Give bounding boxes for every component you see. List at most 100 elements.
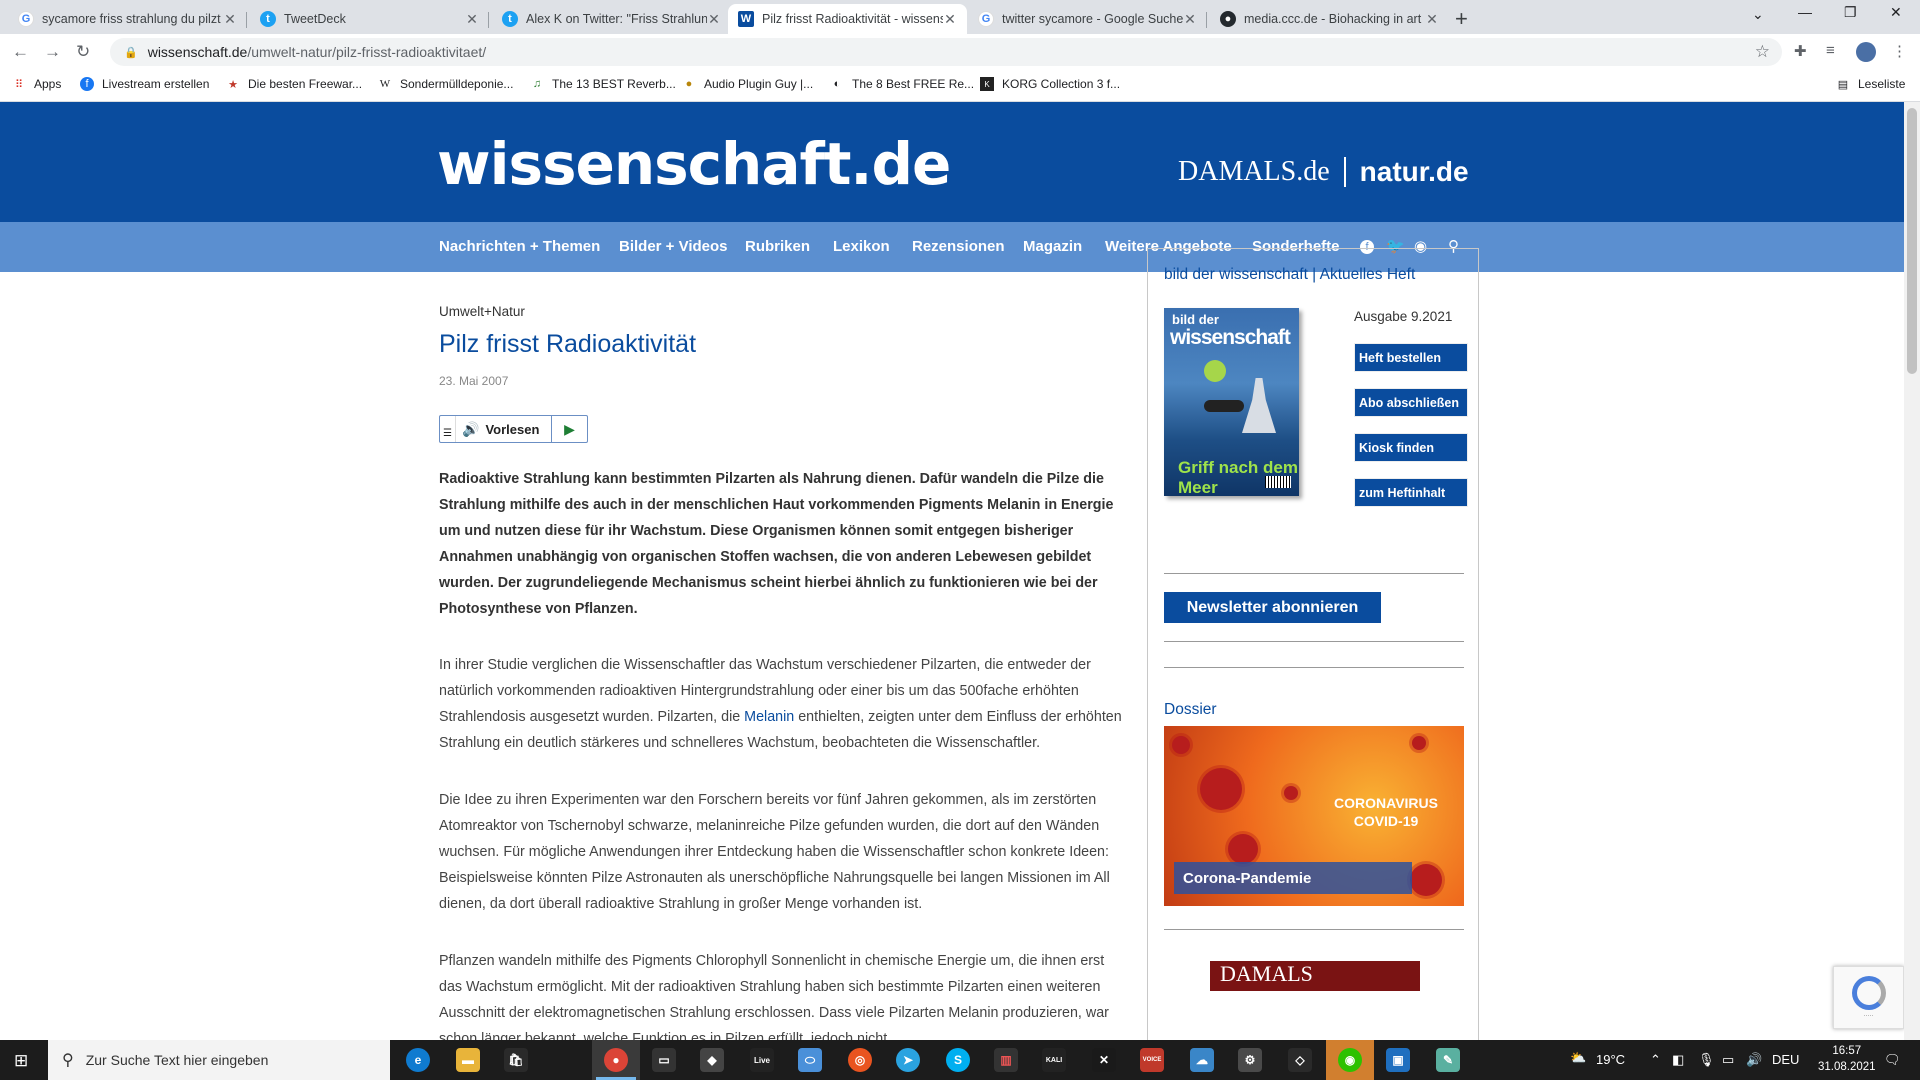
play-icon[interactable]: ▶ <box>551 416 587 442</box>
nav-bilder-videos[interactable]: Bilder + Videos <box>619 238 728 255</box>
volume-icon[interactable]: 🔊 <box>1746 1052 1762 1068</box>
magazine-cover[interactable]: bild der wissenschaft Griff nach dem Mee… <box>1164 308 1299 496</box>
natur-link[interactable]: natur.de <box>1360 156 1469 188</box>
scrollbar-thumb[interactable] <box>1907 108 1917 374</box>
chrome-icon[interactable]: ● <box>604 1048 628 1072</box>
close-window-icon[interactable]: ✕ <box>1890 4 1902 21</box>
tray-app-icon[interactable]: ◧ <box>1672 1052 1684 1068</box>
browser-tab[interactable]: G twitter sycamore - Google Suche ✕ <box>968 4 1207 34</box>
keyboard-language[interactable]: DEU <box>1772 1052 1799 1067</box>
nav-rezensionen[interactable]: Rezensionen <box>912 238 1005 255</box>
browser-tab[interactable]: ● media.ccc.de - Biohacking in art ✕ <box>1210 4 1449 34</box>
close-tab-icon[interactable]: ✕ <box>1183 11 1197 28</box>
app-icon[interactable]: ☁ <box>1190 1048 1214 1072</box>
apps-grid-icon: ⠿ <box>14 78 24 91</box>
article-category[interactable]: Umwelt+Natur <box>439 304 525 319</box>
wikipedia-icon: W <box>379 78 391 90</box>
app-icon[interactable]: ▣ <box>1386 1048 1410 1072</box>
melanin-link[interactable]: Melanin <box>744 709 794 725</box>
damals-link[interactable]: DAMALS.de <box>1178 156 1330 188</box>
nav-lexikon[interactable]: Lexikon <box>833 238 890 255</box>
nav-rubriken[interactable]: Rubriken <box>745 238 810 255</box>
skype-icon[interactable]: S <box>946 1048 970 1072</box>
issue-contents-button[interactable]: zum Heftinhalt <box>1354 478 1468 507</box>
close-tab-icon[interactable]: ✕ <box>943 11 957 28</box>
close-tab-icon[interactable]: ✕ <box>223 11 237 28</box>
mic-icon[interactable]: 🎙 <box>1698 1052 1715 1068</box>
find-kiosk-button[interactable]: Kiosk finden <box>1354 433 1468 462</box>
store-icon[interactable]: 🛍 <box>504 1048 528 1072</box>
back-icon[interactable]: ← <box>12 42 29 62</box>
bookmark-item[interactable]: f Livestream erstellen <box>80 77 209 91</box>
nav-magazin[interactable]: Magazin <box>1023 238 1082 255</box>
telegram-icon[interactable]: ➤ <box>896 1048 920 1072</box>
voicemeeter-icon[interactable]: VOICE <box>1140 1048 1164 1072</box>
bookmark-item[interactable]: W Sondermülldeponie... <box>378 77 514 91</box>
nav-nachrichten[interactable]: Nachrichten + Themen <box>439 238 600 255</box>
3d-icon[interactable]: ◇ <box>1288 1048 1312 1072</box>
app-icon[interactable]: ✕ <box>1092 1048 1116 1072</box>
edge-icon[interactable]: e <box>406 1048 430 1072</box>
kali-icon[interactable]: KALI <box>1042 1048 1066 1072</box>
article-lead: Radioaktive Strahlung kann bestimmten Pi… <box>439 471 1114 617</box>
file-explorer-icon[interactable]: ▬ <box>456 1048 480 1072</box>
bookmark-item[interactable]: ⠿ Apps <box>12 77 61 91</box>
app-icon[interactable]: ▥ <box>994 1048 1018 1072</box>
article-date: 23. Mai 2007 <box>439 374 509 388</box>
close-tab-icon[interactable]: ✕ <box>1425 11 1439 28</box>
recaptcha-badge[interactable]: ····· <box>1833 966 1904 1029</box>
menu-icon[interactable]: ☰ <box>440 416 456 442</box>
browser-tab[interactable]: G sycamore friss strahlung du pilzt ✕ <box>8 4 247 34</box>
subscribe-button[interactable]: Abo abschließen <box>1354 388 1468 417</box>
order-issue-button[interactable]: Heft bestellen <box>1354 343 1468 372</box>
app-icon[interactable]: ⬭ <box>798 1048 822 1072</box>
forward-icon[interactable]: → <box>44 42 61 62</box>
extensions-icon[interactable]: ✚ <box>1794 42 1807 60</box>
address-bar[interactable]: 🔒 wissenschaft.de/umwelt-natur/pilz-fris… <box>110 38 1782 66</box>
ubuntu-icon[interactable]: ◎ <box>848 1048 872 1072</box>
bookmark-item[interactable]: ★ Die besten Freewar... <box>226 77 362 91</box>
app-icon[interactable]: ⚙ <box>1238 1048 1262 1072</box>
tray-overflow-icon[interactable]: ⌃ <box>1650 1052 1661 1068</box>
taskbar-search[interactable]: ⚲ Zur Suche Text hier eingeben <box>48 1040 390 1080</box>
wechat-icon[interactable]: ◉ <box>1338 1048 1362 1072</box>
site-logo[interactable]: wissenschaft.de <box>437 130 951 198</box>
damals-teaser[interactable]: DAMALS <box>1210 961 1420 991</box>
newsletter-button[interactable]: Newsletter abonnieren <box>1164 592 1381 623</box>
current-issue-title[interactable]: bild der wissenschaft | Aktuelles Heft <box>1164 266 1415 284</box>
weather-icon[interactable]: ⛅ <box>1570 1050 1586 1066</box>
page-scrollbar[interactable] <box>1904 102 1920 1040</box>
profile-avatar[interactable] <box>1856 42 1876 62</box>
minimize-icon[interactable]: — <box>1798 4 1812 20</box>
read-aloud-button[interactable]: ☰ 🔊 Vorlesen ▶ <box>439 415 588 443</box>
recaptcha-icon <box>1851 976 1886 1010</box>
virus-graphic <box>1172 736 1190 754</box>
restore-icon[interactable]: ❐ <box>1844 4 1857 21</box>
close-tab-icon[interactable]: ✕ <box>465 11 479 28</box>
reload-icon[interactable]: ↻ <box>76 42 90 62</box>
bookmark-item[interactable]: ● Audio Plugin Guy |... <box>682 77 814 91</box>
new-tab-icon[interactable]: + <box>1455 6 1468 32</box>
menu-icon[interactable]: ⋮ <box>1892 42 1907 60</box>
bookmark-item[interactable]: ◐ The 8 Best FREE Re... <box>830 77 974 91</box>
windows-start-icon[interactable]: ⊞ <box>14 1051 28 1071</box>
media-icon[interactable]: ≡ <box>1826 42 1835 59</box>
browser-tab-active[interactable]: W Pilz frisst Radioaktivität - wissens ✕ <box>728 4 967 34</box>
network-icon[interactable]: ▭ <box>1722 1052 1734 1068</box>
browser-tab[interactable]: t TweetDeck ✕ <box>250 4 489 34</box>
close-tab-icon[interactable]: ✕ <box>707 11 721 28</box>
terminal-icon[interactable]: ▭ <box>652 1048 676 1072</box>
notifications-icon[interactable]: 🗨 <box>1884 1052 1901 1068</box>
bookmark-star-icon[interactable]: ☆ <box>1755 42 1770 62</box>
bookmark-item[interactable]: ♫ The 13 BEST Reverb... <box>530 77 676 91</box>
reading-list[interactable]: ▤ Leseliste <box>1836 77 1906 91</box>
notes-icon[interactable]: ✎ <box>1436 1048 1460 1072</box>
browser-tab[interactable]: t Alex K on Twitter: "Friss Strahlung ✕ <box>492 4 731 34</box>
bookmark-item[interactable]: K KORG Collection 3 f... <box>980 77 1120 91</box>
corona-dossier-teaser[interactable]: CORONAVIRUS COVID-19 Corona-Pandemie <box>1164 726 1464 906</box>
live-icon[interactable]: Live <box>750 1048 774 1072</box>
taskbar-clock[interactable]: 16:57 31.08.2021 <box>1818 1043 1876 1075</box>
weather-temp[interactable]: 19°C <box>1596 1052 1625 1067</box>
tab-search-icon[interactable]: ⌄ <box>1752 6 1764 23</box>
inkscape-icon[interactable]: ◆ <box>700 1048 724 1072</box>
